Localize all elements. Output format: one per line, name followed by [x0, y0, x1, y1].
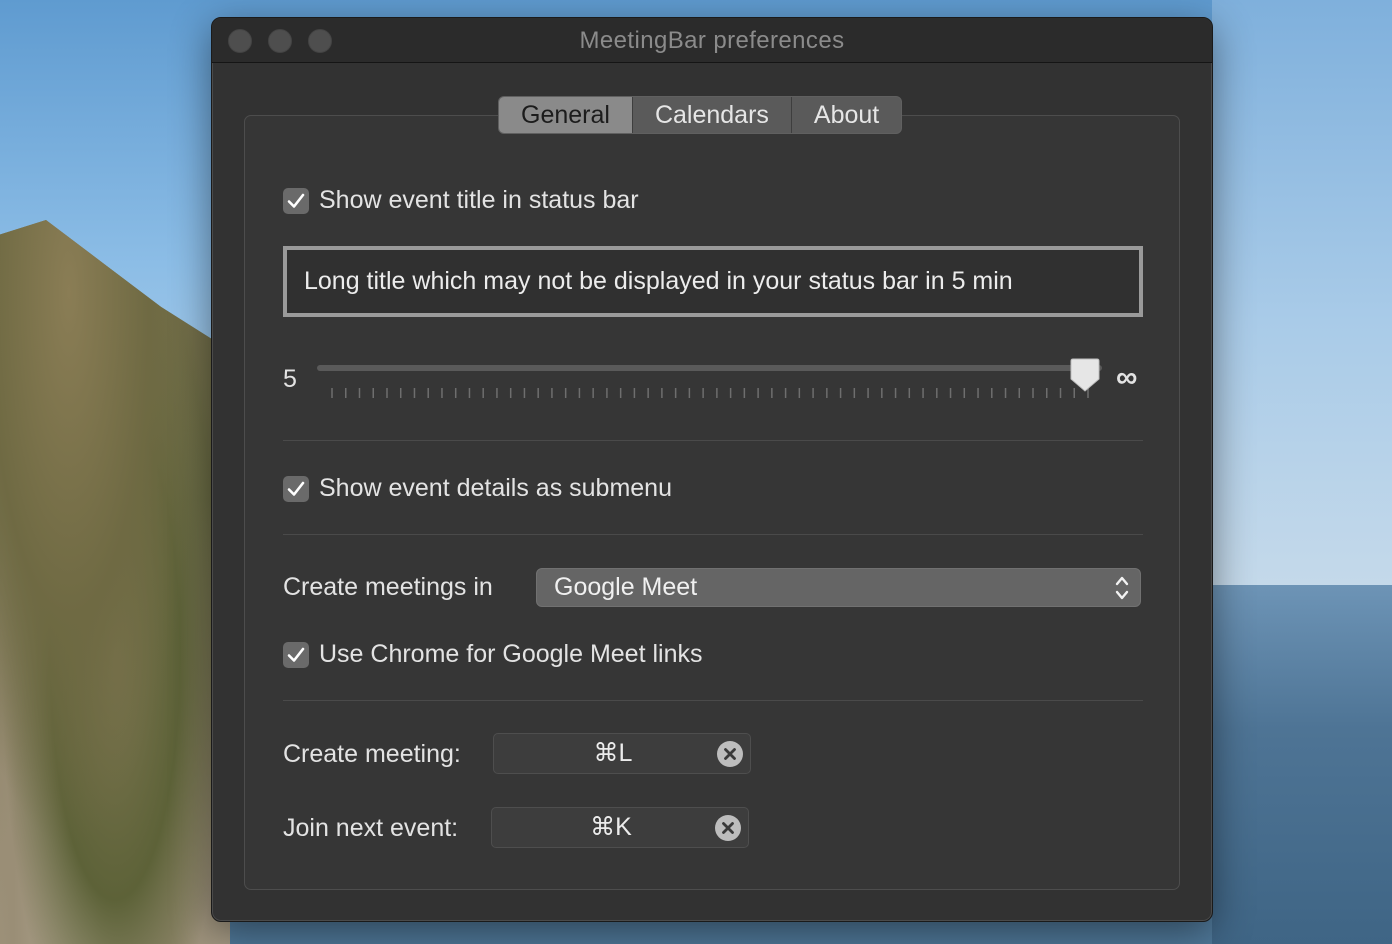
show-title-checkbox[interactable] [283, 187, 309, 214]
create-meeting-shortcut-value: ⌘L [593, 739, 633, 767]
use-chrome-row[interactable]: Use Chrome for Google Meet links [283, 640, 702, 669]
tab-calendars[interactable]: Calendars [633, 97, 792, 133]
checkmark-icon [287, 193, 305, 208]
desktop-sky [1212, 0, 1392, 585]
create-meetings-value: Google Meet [554, 573, 698, 601]
clear-create-meeting-shortcut-button[interactable] [717, 741, 743, 767]
clear-join-next-shortcut-button[interactable] [715, 815, 741, 841]
use-chrome-checkbox[interactable] [283, 641, 309, 668]
preferences-window: MeetingBar preferences General Calendars… [211, 17, 1213, 922]
title-preview-field[interactable]: Long title which may not be displayed in… [283, 246, 1143, 317]
desktop-cliffs [0, 220, 230, 944]
chevron-up-down-icon [1115, 576, 1129, 600]
separator [283, 700, 1143, 701]
join-next-shortcut-field[interactable]: ⌘K [491, 807, 749, 848]
clear-x-icon [722, 822, 734, 834]
create-meeting-shortcut-label: Create meeting: [283, 740, 461, 768]
clear-x-icon [724, 748, 736, 760]
use-chrome-label: Use Chrome for Google Meet links [319, 640, 703, 668]
slider-min-label: 5 [283, 365, 297, 393]
slider-max-label: ∞ [1116, 361, 1138, 394]
separator [283, 534, 1143, 535]
join-next-shortcut-value: ⌘K [590, 813, 632, 841]
desktop-sea [1212, 585, 1392, 944]
separator [283, 440, 1143, 441]
show-title-row[interactable]: Show event title in status bar [283, 186, 639, 215]
title-length-slider-track[interactable] [317, 365, 1102, 371]
title-bar[interactable]: MeetingBar preferences [212, 18, 1212, 63]
show-details-row[interactable]: Show event details as submenu [283, 474, 672, 503]
slider-ticks [331, 388, 1089, 398]
title-length-slider-thumb[interactable] [1070, 357, 1100, 393]
join-next-shortcut-label: Join next event: [283, 814, 459, 842]
create-meeting-shortcut-field[interactable]: ⌘L [493, 733, 751, 774]
create-meetings-popup[interactable]: Google Meet [536, 568, 1141, 607]
tab-general[interactable]: General [499, 97, 633, 133]
tab-bar: General Calendars About [498, 96, 903, 134]
checkmark-icon [287, 481, 305, 496]
show-details-label: Show event details as submenu [319, 474, 672, 502]
window-title: MeetingBar preferences [579, 27, 845, 54]
checkmark-icon [287, 647, 305, 662]
show-details-checkbox[interactable] [283, 475, 309, 502]
create-meetings-label: Create meetings in [283, 573, 493, 601]
show-title-label: Show event title in status bar [319, 186, 639, 214]
tab-about[interactable]: About [792, 97, 901, 133]
